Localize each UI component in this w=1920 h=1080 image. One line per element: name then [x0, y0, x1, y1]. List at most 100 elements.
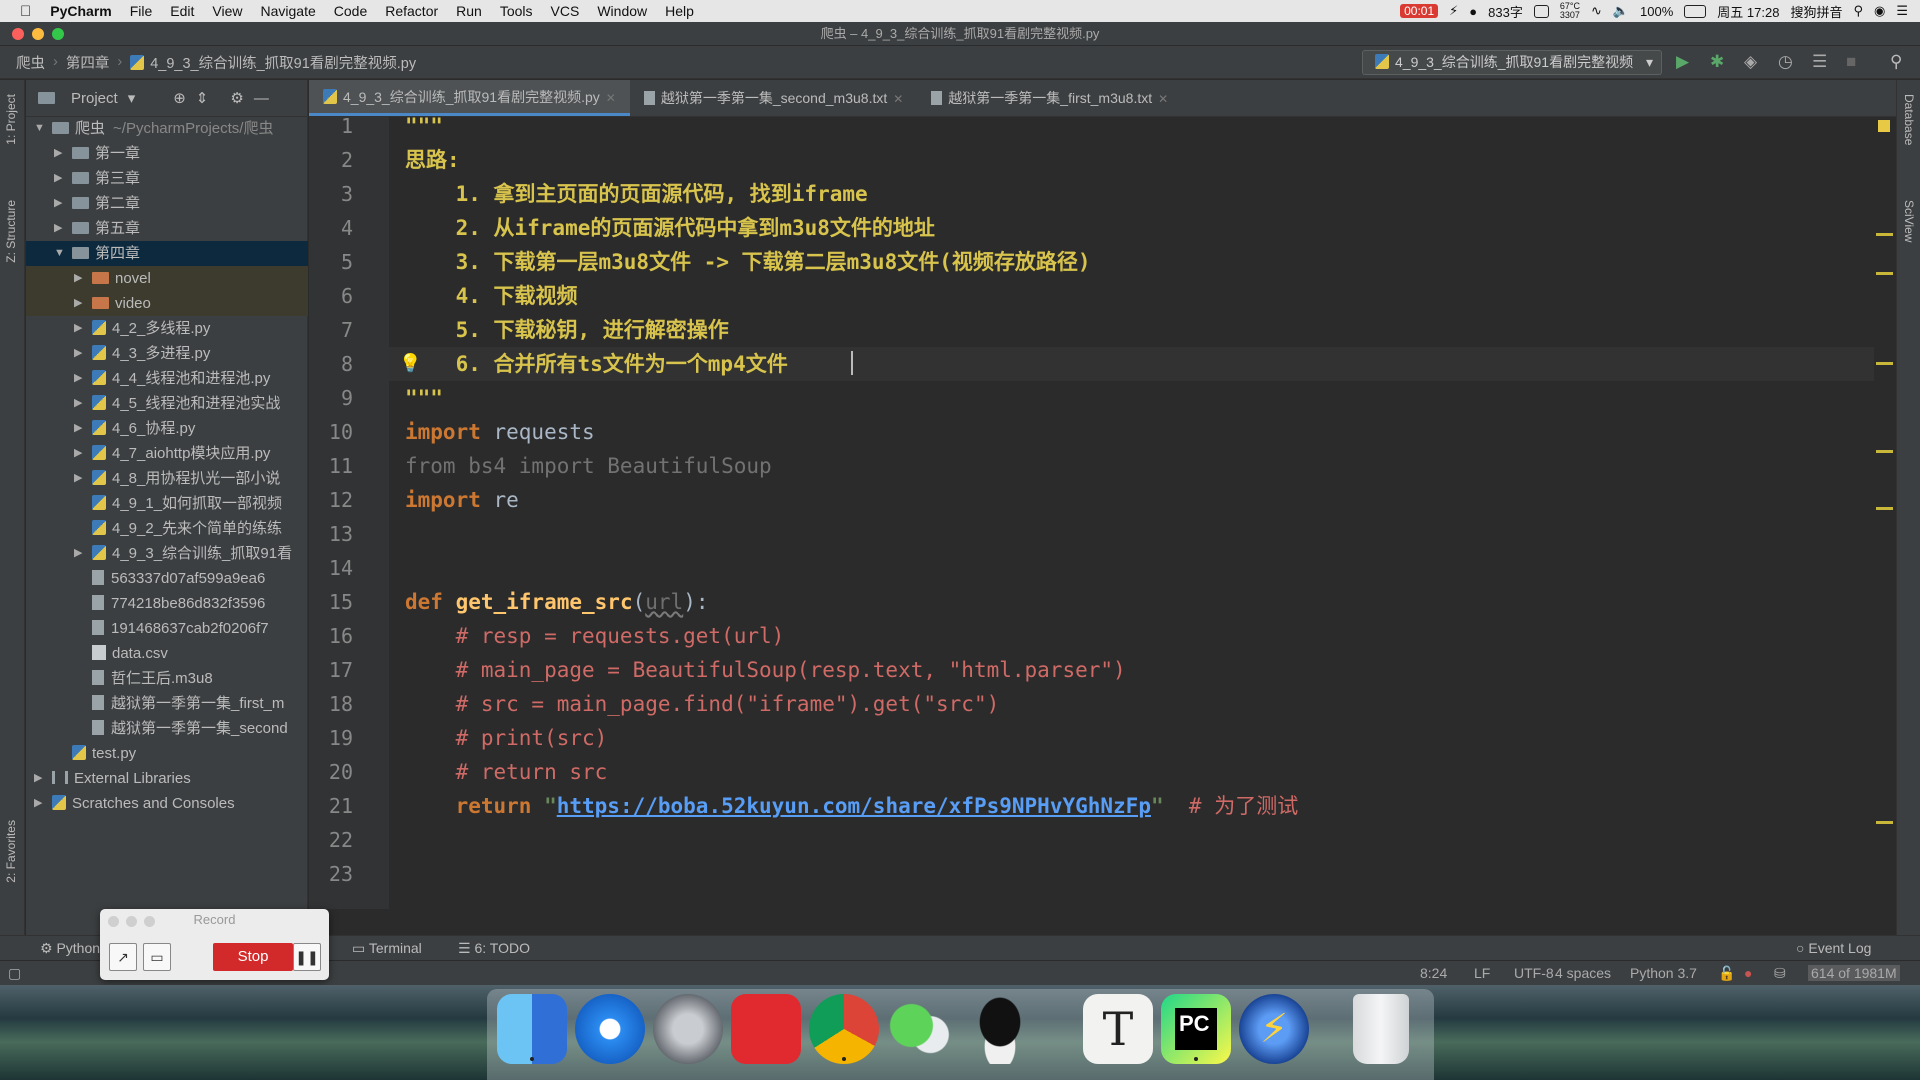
search-icon[interactable]: ⚲	[1890, 52, 1902, 72]
menu-view[interactable]: View	[203, 3, 251, 19]
inspection-status-icon[interactable]	[1878, 120, 1890, 132]
interpreter[interactable]: Python 3.7	[1630, 965, 1697, 981]
menu-window[interactable]: Window	[588, 3, 656, 19]
menu-navigate[interactable]: Navigate	[252, 3, 325, 19]
run-config-select[interactable]: 4_9_3_综合训练_抓取91看剧完整视频 ▾	[1362, 50, 1662, 75]
thunder-icon[interactable]: ⚡	[1239, 994, 1309, 1064]
code-line[interactable]: """	[389, 117, 1874, 143]
tree-item[interactable]: 774218be86d832f3596	[26, 591, 308, 616]
wechat-icon[interactable]	[887, 994, 957, 1064]
breadcrumb-file[interactable]: 4_9_3_综合训练_抓取91看剧完整视频.py	[150, 52, 416, 73]
stripe-mark[interactable]	[1876, 233, 1893, 236]
tab-second-m3u8[interactable]: 越狱第一季第一集_second_m3u8.txt ✕	[630, 80, 917, 116]
tree-item[interactable]: 哲仁王后.m3u8	[26, 666, 308, 691]
todo-tab[interactable]: ☰ 6: TODO	[458, 940, 530, 957]
battery-percent[interactable]: 100%	[1640, 4, 1673, 19]
gear-icon[interactable]: ⚙	[230, 89, 243, 107]
bolt-icon[interactable]: ⚡	[1449, 3, 1458, 19]
tree-item[interactable]: ▶ 第二章	[26, 191, 308, 216]
annotate-icon[interactable]: ↗	[109, 943, 137, 971]
file-encoding[interactable]: UTF-8	[1514, 965, 1554, 981]
tree-item[interactable]: ▼ 爬虫 ~/PycharmProjects/爬虫	[26, 116, 308, 141]
temp-monitor[interactable]: 67°C 3307	[1560, 2, 1580, 20]
tree-item[interactable]: ▶ 4_4_线程池和进程池.py	[26, 366, 308, 391]
python-console-tab[interactable]: ⚙ Python	[40, 940, 100, 957]
code-line[interactable]	[389, 551, 1874, 585]
pause-icon[interactable]: ❚❚	[293, 943, 321, 971]
qq-icon[interactable]	[965, 994, 1035, 1064]
intention-bulb-icon[interactable]: 💡	[399, 347, 421, 381]
tree-item[interactable]: ▶ Scratches and Consoles	[26, 791, 308, 816]
tab-main-file[interactable]: 4_9_3_综合训练_抓取91看剧完整视频.py ✕	[309, 80, 630, 116]
profile-icon[interactable]: ◷	[1778, 52, 1793, 72]
chevron-right-icon[interactable]: ▶	[34, 791, 42, 816]
wifi-icon[interactable]: ∿	[1591, 3, 1602, 19]
capture-area-icon[interactable]: ▭	[143, 943, 171, 971]
tree-item[interactable]: ▶ 4_7_aiohttp模块应用.py	[26, 441, 308, 466]
code-token[interactable]: https://boba.52kuyun.com/share/xfPs9NPHv…	[557, 794, 1151, 818]
code-line[interactable]: 2. 从iframe的页面源代码中拿到m3u8文件的地址	[389, 211, 1874, 245]
tree-item[interactable]: ▶ 4_9_3_综合训练_抓取91看	[26, 541, 308, 566]
breadcrumb-project[interactable]: 爬虫	[16, 52, 45, 73]
stripe-mark[interactable]	[1876, 821, 1893, 824]
zoom-window-button[interactable]	[52, 28, 64, 40]
netease-music-icon[interactable]	[731, 994, 801, 1064]
close-tab-icon[interactable]: ✕	[1158, 92, 1168, 106]
tree-item[interactable]: ▶ 4_8_用协程扒光一部小说	[26, 466, 308, 491]
code-line[interactable]: 思路:	[389, 143, 1874, 177]
menu-vcs[interactable]: VCS	[542, 3, 589, 19]
menu-run[interactable]: Run	[447, 3, 491, 19]
event-log-tab[interactable]: ○ Event Log	[1796, 940, 1871, 956]
tree-item[interactable]: ▶ External Libraries	[26, 766, 308, 791]
minimize-window-button[interactable]	[32, 28, 44, 40]
git-icon[interactable]: ⛁	[1774, 965, 1786, 982]
chevron-right-icon[interactable]: ▶	[74, 416, 82, 441]
chevron-down-icon[interactable]: ▼	[34, 116, 45, 141]
close-window-button[interactable]	[12, 28, 24, 40]
structure-tool-tab[interactable]: Z: Structure	[4, 200, 18, 263]
apple-icon[interactable]: 	[0, 3, 41, 20]
code-line[interactable]: import re	[389, 483, 1874, 517]
chevron-right-icon[interactable]: ▶	[74, 316, 82, 341]
pycharm-icon[interactable]: PC	[1161, 994, 1231, 1064]
favorites-tool-tab[interactable]: 2: Favorites	[4, 820, 18, 883]
lock-icon[interactable]: 🔓	[1718, 965, 1735, 982]
menu-edit[interactable]: Edit	[161, 3, 203, 19]
breadcrumb-folder[interactable]: 第四章	[66, 52, 110, 73]
code-line[interactable]	[389, 857, 1874, 891]
chevron-right-icon[interactable]: ▶	[74, 341, 82, 366]
close-tab-icon[interactable]: ✕	[606, 91, 616, 105]
menu-code[interactable]: Code	[325, 3, 376, 19]
tree-item[interactable]: 563337d07af599a9ea6	[26, 566, 308, 591]
database-tool-tab[interactable]: Database	[1902, 94, 1916, 145]
wechat-status-icon[interactable]: ●	[1469, 4, 1477, 19]
tree-item[interactable]: ▶ novel	[26, 266, 308, 291]
tree-item[interactable]: ▶ 4_5_线程池和进程池实战	[26, 391, 308, 416]
tree-item[interactable]: ▼ 第四章	[26, 241, 308, 266]
code-line[interactable]: 4. 下载视频	[389, 279, 1874, 313]
chevron-right-icon[interactable]: ▶	[74, 391, 82, 416]
chevron-right-icon[interactable]: ▶	[74, 266, 82, 291]
char-count[interactable]: 833字	[1488, 2, 1523, 21]
menu-refactor[interactable]: Refactor	[376, 3, 447, 19]
chevron-right-icon[interactable]: ▶	[54, 216, 62, 241]
chevron-right-icon[interactable]: ▶	[74, 541, 82, 566]
terminal-tab[interactable]: ▭ Terminal	[352, 940, 422, 957]
trash-icon[interactable]	[1353, 994, 1409, 1064]
code-line[interactable]: 5. 下载秘钥, 进行解密操作	[389, 313, 1874, 347]
code-line[interactable]: # src = main_page.find("iframe").get("sr…	[389, 687, 1874, 721]
chevron-right-icon[interactable]: ▶	[54, 141, 62, 166]
chrome-icon[interactable]	[809, 994, 879, 1064]
menu-tools[interactable]: Tools	[491, 3, 542, 19]
coverage-icon[interactable]: ◈	[1744, 52, 1757, 72]
code-line[interactable]: from bs4 import BeautifulSoup	[389, 449, 1874, 483]
stop-record-button[interactable]: Stop	[213, 943, 293, 971]
stripe-mark[interactable]	[1876, 362, 1893, 365]
locate-icon[interactable]: ⊕	[173, 89, 186, 107]
volume-icon[interactable]: 🔈	[1613, 3, 1629, 19]
chevron-right-icon[interactable]: ▶	[54, 166, 62, 191]
stripe-mark[interactable]	[1876, 450, 1893, 453]
menu-file[interactable]: File	[121, 3, 162, 19]
hide-panel-icon[interactable]: —	[254, 90, 269, 107]
code-line[interactable]	[389, 823, 1874, 857]
